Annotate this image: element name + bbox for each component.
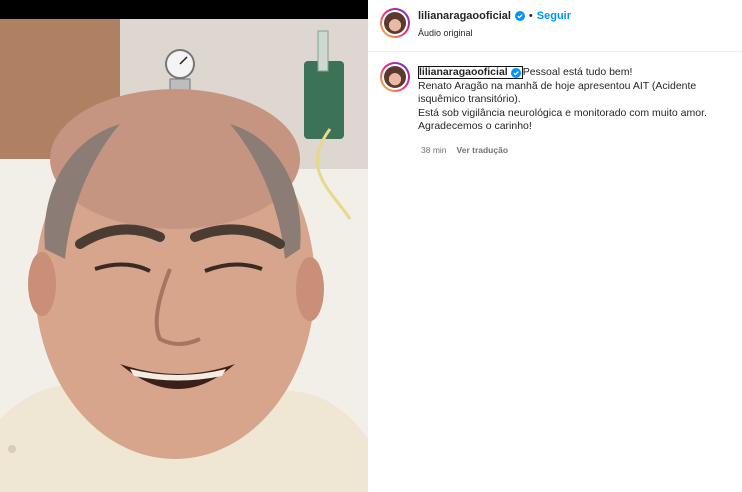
caption-timestamp[interactable]: 38 min (421, 145, 447, 155)
top-black-bar (0, 0, 368, 19)
audio-label[interactable]: Áudio original (418, 28, 473, 38)
caption-line-4: Agradecemos o carinho! (418, 120, 532, 132)
caption-line-3: Está sob vigilância neurológica e monito… (418, 106, 707, 119)
post-header: lilianaragaooficial • Seguir (418, 10, 571, 22)
oxygen-flowmeter (304, 61, 344, 139)
author-avatar[interactable] (380, 8, 410, 38)
caption-username-box[interactable]: lilianaragaooficial (418, 66, 523, 80)
follow-button[interactable]: Seguir (537, 10, 571, 22)
caption-meta: 38 min Ver tradução (421, 145, 508, 155)
caption-username[interactable]: lilianaragaooficial (419, 66, 508, 80)
post-side-panel: lilianaragaooficial • Seguir Áudio origi… (368, 0, 742, 492)
caption-line-2: Renato Aragão na manhã de hoje apresento… (418, 79, 697, 106)
caption-avatar[interactable] (380, 62, 410, 92)
caption-text: lilianaragaooficial Pessoal está tudo be… (418, 66, 736, 134)
caption-line-1: Pessoal está tudo bem! (522, 66, 633, 78)
see-translation-button[interactable]: Ver tradução (457, 145, 509, 155)
header-divider (368, 51, 742, 52)
verified-badge-icon (510, 67, 521, 78)
author-username[interactable]: lilianaragaooficial (418, 10, 511, 22)
separator-dot: • (528, 10, 533, 22)
verified-badge-icon (514, 11, 525, 21)
post-video[interactable] (0, 19, 368, 492)
video-frame-illustration (0, 19, 368, 492)
